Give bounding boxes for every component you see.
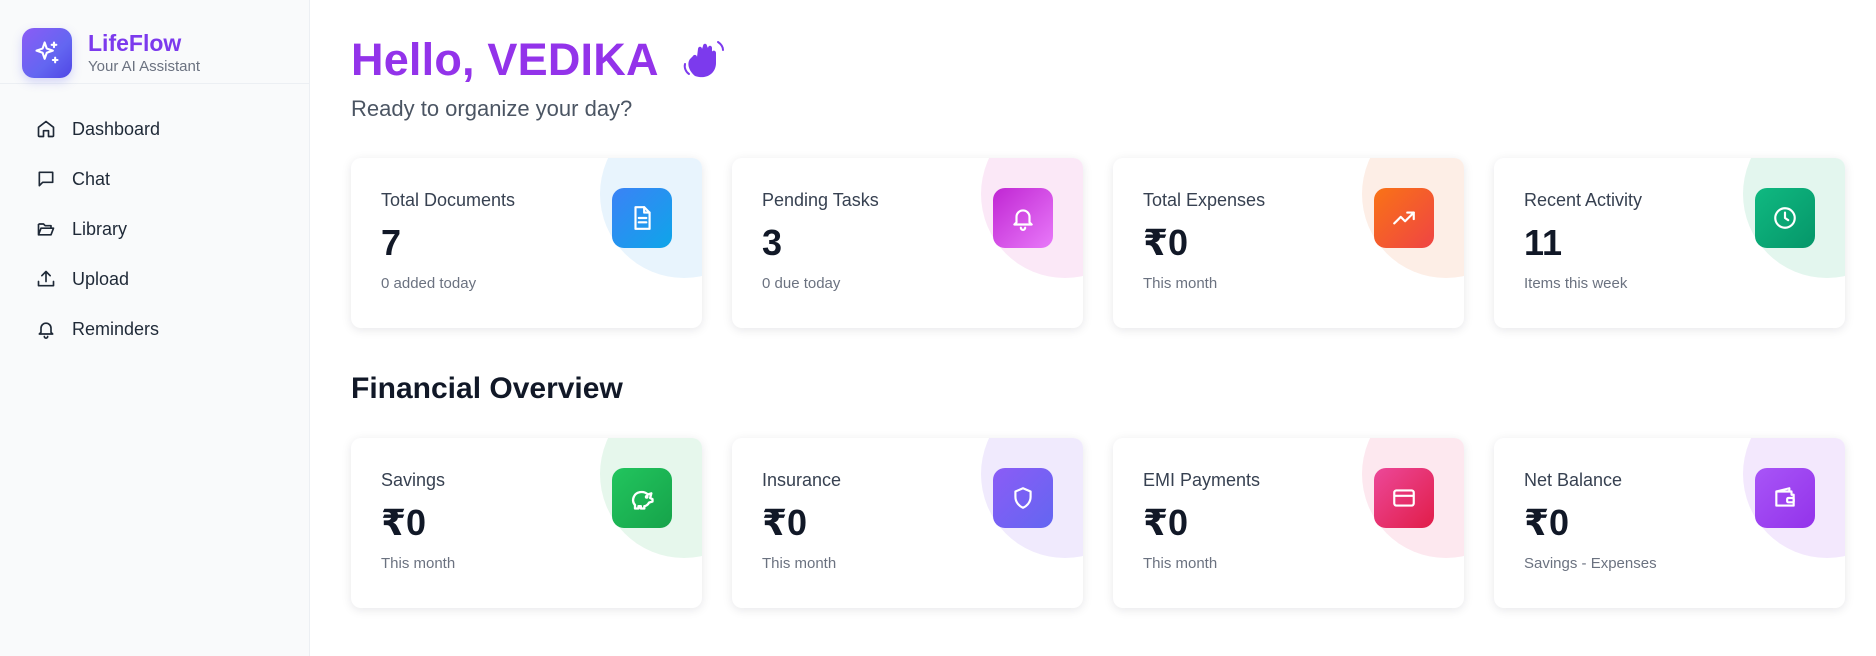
stat-title: Recent Activity xyxy=(1524,190,1643,210)
stat-card-pending-tasks[interactable]: Pending Tasks 3 0 due today xyxy=(732,158,1083,328)
finance-title: Insurance xyxy=(762,470,842,490)
stat-card-total-expenses[interactable]: Total Expenses ₹0 This month xyxy=(1113,158,1464,328)
stat-value: ₹0 xyxy=(1143,222,1189,263)
stat-title: Pending Tasks xyxy=(762,190,879,210)
finance-note: Savings - Expenses xyxy=(1524,555,1657,572)
main-content: Hello, VEDIKA Ready to organize your day… xyxy=(0,0,1876,608)
section-title: Financial Overview xyxy=(351,372,623,405)
finance-title: EMI Payments xyxy=(1143,470,1261,490)
finance-title: Net Balance xyxy=(1524,470,1623,490)
finance-value: ₹0 xyxy=(381,502,427,543)
stat-title: Total Expenses xyxy=(1143,190,1266,210)
stat-card-total-documents[interactable]: Total Documents 7 0 added today xyxy=(351,158,702,328)
page-title: Hello, VEDIKA xyxy=(351,34,659,85)
stat-note: 0 due today xyxy=(762,275,841,292)
stat-value: 11 xyxy=(1524,222,1563,263)
stat-value: 7 xyxy=(381,222,402,263)
page-subtitle: Ready to organize your day? xyxy=(351,96,633,121)
finance-note: This month xyxy=(1143,555,1218,572)
stat-note: 0 added today xyxy=(381,275,477,292)
financial-row: Savings ₹0 This month Insurance ₹0 This … xyxy=(351,438,1876,608)
waving-hand-icon xyxy=(679,36,727,84)
stat-value: 3 xyxy=(762,222,783,263)
finance-note: This month xyxy=(381,555,456,572)
stat-title: Total Documents xyxy=(381,190,516,210)
stat-note: Items this week xyxy=(1524,275,1628,292)
finance-card-savings[interactable]: Savings ₹0 This month xyxy=(351,438,702,608)
finance-title: Savings xyxy=(381,470,446,490)
finance-note: This month xyxy=(762,555,837,572)
finance-card-insurance[interactable]: Insurance ₹0 This month xyxy=(732,438,1083,608)
finance-value: ₹0 xyxy=(1143,502,1189,543)
finance-card-emi-payments[interactable]: EMI Payments ₹0 This month xyxy=(1113,438,1464,608)
finance-value: ₹0 xyxy=(1524,502,1570,543)
finance-card-net-balance[interactable]: Net Balance ₹0 Savings - Expenses xyxy=(1494,438,1845,608)
stat-card-recent-activity[interactable]: Recent Activity 11 Items this week xyxy=(1494,158,1845,328)
stat-note: This month xyxy=(1143,275,1218,292)
finance-value: ₹0 xyxy=(762,502,808,543)
stats-row: Total Documents 7 0 added today Pending … xyxy=(351,158,1876,328)
